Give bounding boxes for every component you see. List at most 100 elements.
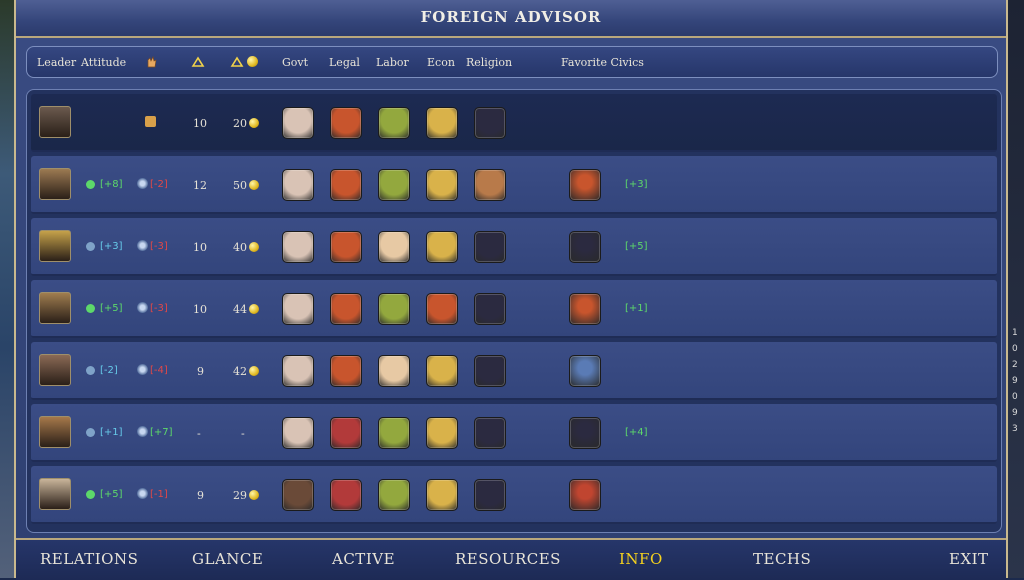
header-govt: Govt bbox=[282, 56, 309, 69]
leader-portrait[interactable] bbox=[39, 106, 71, 138]
attitude-value: [+8] bbox=[100, 179, 123, 190]
civic-legal-icon[interactable] bbox=[330, 417, 362, 449]
tab-active[interactable]: ACTIVE bbox=[332, 550, 395, 568]
gold-amount: 20 bbox=[233, 117, 247, 130]
map-edge-number: 9 bbox=[1012, 408, 1018, 418]
secondary-attitude-value: [-4] bbox=[150, 365, 168, 376]
header-labor: Labor bbox=[376, 56, 409, 69]
civic-econ-icon[interactable] bbox=[426, 293, 458, 325]
advisor-tab-bar: RELATIONS GLANCE ACTIVE RESOURCES INFO T… bbox=[16, 538, 1006, 580]
attitude-value: [+5] bbox=[100, 303, 123, 314]
civic-econ-icon[interactable] bbox=[426, 169, 458, 201]
map-edge-number: 1 bbox=[1012, 328, 1018, 338]
hand-icon bbox=[147, 55, 157, 68]
civic-econ-icon[interactable] bbox=[426, 479, 458, 511]
favorite-civic-bonus: [+3] bbox=[625, 179, 648, 190]
favorite-civic-icon[interactable] bbox=[569, 231, 601, 263]
attitude-value: [+1] bbox=[100, 427, 123, 438]
leaders-table: 10 20 [+8] [-2] 12 50 [+3] [+3] [-3] 10 40 [+5] [+5]… bbox=[26, 89, 1002, 533]
civic-legal-icon[interactable] bbox=[330, 231, 362, 263]
map-edge-number: 2 bbox=[1012, 360, 1018, 370]
tab-info[interactable]: INFO bbox=[619, 550, 663, 568]
leader-portrait[interactable] bbox=[39, 230, 71, 262]
civic-legal-icon[interactable] bbox=[330, 293, 362, 325]
favorite-civic-bonus: [+5] bbox=[625, 241, 648, 252]
civic-labor-icon[interactable] bbox=[378, 417, 410, 449]
foreign-advisor-window: FOREIGN ADVISOR Leader Attitude Govt Leg… bbox=[14, 0, 1008, 580]
gold-coin-icon bbox=[247, 56, 258, 67]
attitude-value: [-2] bbox=[100, 365, 118, 376]
leader-row[interactable]: [+8] [-2] 12 50 [+3] bbox=[31, 156, 997, 214]
civic-labor-icon[interactable] bbox=[378, 293, 410, 325]
leader-row[interactable]: [-2] [-4] 9 42 bbox=[31, 342, 997, 400]
attitude-face-icon bbox=[86, 490, 95, 499]
leader-portrait[interactable] bbox=[39, 168, 71, 200]
tab-glance[interactable]: GLANCE bbox=[192, 550, 263, 568]
favorite-civic-icon[interactable] bbox=[569, 169, 601, 201]
leader-row[interactable]: [+1] [+7] - - [+4] bbox=[31, 404, 997, 462]
active-player-icon bbox=[145, 116, 156, 127]
civic-religion-icon[interactable] bbox=[474, 231, 506, 263]
favorite-civic-icon[interactable] bbox=[569, 417, 601, 449]
leader-row[interactable]: [+3] [-3] 10 40 [+5] bbox=[31, 218, 997, 276]
favorite-civic-icon[interactable] bbox=[569, 293, 601, 325]
civic-govt-icon[interactable] bbox=[282, 417, 314, 449]
civic-legal-icon[interactable] bbox=[330, 107, 362, 139]
civic-religion-icon[interactable] bbox=[474, 479, 506, 511]
civic-legal-icon[interactable] bbox=[330, 479, 362, 511]
civic-govt-icon[interactable] bbox=[282, 231, 314, 263]
leader-portrait[interactable] bbox=[39, 354, 71, 386]
secondary-attitude-value: [+7] bbox=[150, 427, 173, 438]
trade-count: 10 bbox=[193, 117, 207, 130]
civic-govt-icon[interactable] bbox=[282, 355, 314, 387]
column-header-bar: Leader Attitude Govt Legal Labor Econ Re… bbox=[26, 46, 998, 78]
civic-labor-icon[interactable] bbox=[378, 355, 410, 387]
favorite-civic-icon[interactable] bbox=[569, 479, 601, 511]
leader-row[interactable]: [+5] [-3] 10 44 [+1] bbox=[31, 280, 997, 338]
leader-row[interactable]: 10 20 bbox=[31, 94, 997, 152]
religion-attitude-icon bbox=[137, 488, 148, 499]
civic-religion-icon[interactable] bbox=[474, 107, 506, 139]
religion-attitude-icon bbox=[137, 364, 148, 375]
civic-econ-icon[interactable] bbox=[426, 355, 458, 387]
trade-routes-icon bbox=[191, 56, 205, 67]
civic-labor-icon[interactable] bbox=[378, 107, 410, 139]
trade-count: 9 bbox=[197, 489, 204, 502]
civic-religion-icon[interactable] bbox=[474, 169, 506, 201]
civic-govt-icon[interactable] bbox=[282, 293, 314, 325]
leader-portrait[interactable] bbox=[39, 292, 71, 324]
leader-portrait[interactable] bbox=[39, 478, 71, 510]
civic-labor-icon[interactable] bbox=[378, 231, 410, 263]
favorite-civic-bonus: [+4] bbox=[625, 427, 648, 438]
gold-coin-icon bbox=[249, 118, 259, 128]
leader-row[interactable]: [+5] [-1] 9 29 bbox=[31, 466, 997, 524]
secondary-attitude-value: [-2] bbox=[150, 179, 168, 190]
civic-econ-icon[interactable] bbox=[426, 417, 458, 449]
civic-legal-icon[interactable] bbox=[330, 355, 362, 387]
tab-techs[interactable]: TECHS bbox=[753, 550, 811, 568]
tab-relations[interactable]: RELATIONS bbox=[40, 550, 138, 568]
favorite-civic-icon[interactable] bbox=[569, 355, 601, 387]
civic-labor-icon[interactable] bbox=[378, 479, 410, 511]
attitude-face-icon bbox=[86, 366, 95, 375]
civic-legal-icon[interactable] bbox=[330, 169, 362, 201]
secondary-attitude-value: [-3] bbox=[150, 241, 168, 252]
gold-coin-icon bbox=[249, 180, 259, 190]
map-edge-numbers: 1 0 2 9 0 9 3 bbox=[1012, 325, 1018, 437]
civic-govt-icon[interactable] bbox=[282, 169, 314, 201]
civic-govt-icon[interactable] bbox=[282, 479, 314, 511]
attitude-face-icon bbox=[86, 242, 95, 251]
civic-econ-icon[interactable] bbox=[426, 107, 458, 139]
civic-religion-icon[interactable] bbox=[474, 417, 506, 449]
trade-count: 9 bbox=[197, 365, 204, 378]
header-favorite-civics: Favorite Civics bbox=[561, 56, 644, 69]
civic-religion-icon[interactable] bbox=[474, 293, 506, 325]
exit-button[interactable]: EXIT bbox=[949, 550, 989, 568]
tab-resources[interactable]: RESOURCES bbox=[455, 550, 561, 568]
leader-portrait[interactable] bbox=[39, 416, 71, 448]
civic-religion-icon[interactable] bbox=[474, 355, 506, 387]
religion-attitude-icon bbox=[137, 302, 148, 313]
civic-labor-icon[interactable] bbox=[378, 169, 410, 201]
civic-econ-icon[interactable] bbox=[426, 231, 458, 263]
civic-govt-icon[interactable] bbox=[282, 107, 314, 139]
